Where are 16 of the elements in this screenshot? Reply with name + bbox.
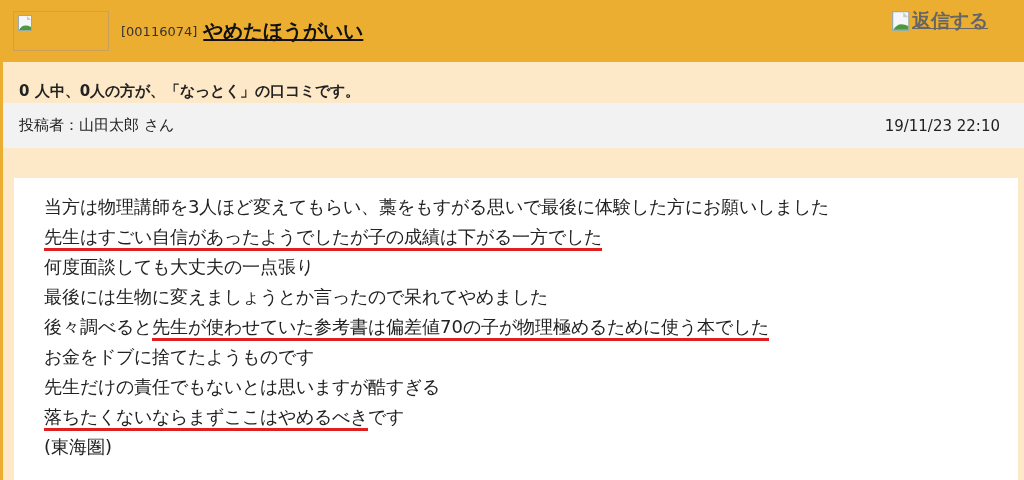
broken-image-icon [13,11,109,51]
review-line: 後々調べると 先生が使わせていた参考書は偏差値70の子が物理極めるために使う本でした [44,312,988,342]
review-line: 何度面談しても大丈夫の一点張り [44,255,315,279]
review-line: 落ちたくないならまずここはやめるべき です [44,402,988,432]
broken-image-icon [892,11,912,31]
poster-name: 投稿者：山田太郎 さん [19,116,174,135]
post-date: 19/11/23 22:10 [884,116,1000,135]
post-title-link[interactable]: やめたほうがいい [203,17,364,45]
helpful-summary: 0 人中、0人の方が、「なっとく」の口コミです。 [19,82,361,101]
review-line: 先生はすごい自信があったようでしたが子の成績は下がる一方でした [44,222,988,252]
review-line: 最後には生物に変えましょうとか言ったので呆れてやめました [44,285,549,309]
review-line: (東海圏) [44,435,114,459]
review-line: 当方は物理講師を3人ほど変えてもらい、藁をもすがる思いで最後に体験した方にお願いしました [44,195,831,219]
review-line: お金をドブに捨てたようものです [44,345,315,369]
post-id: [00116074] [121,23,198,39]
review-line: 先生だけの責任でもないとは思いますが酷すぎる [44,375,441,399]
